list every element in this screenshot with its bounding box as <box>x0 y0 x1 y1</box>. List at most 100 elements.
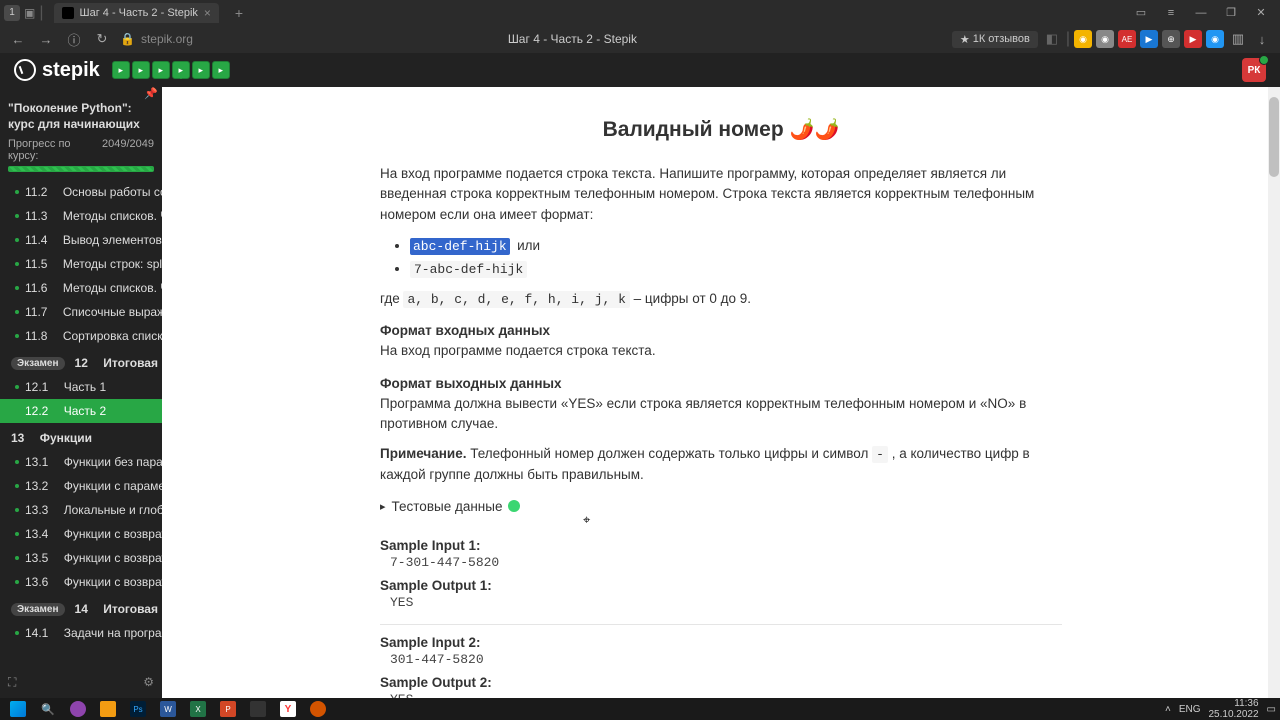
settings-icon[interactable]: ⚙ <box>143 675 154 690</box>
nav-item-13.5[interactable]: 13.5 Функции с возвратом... <box>0 546 162 570</box>
ext-icon-6[interactable]: ▶ <box>1184 30 1202 48</box>
output-format-head: Формат выходных данных <box>380 376 1062 391</box>
nav-item-11.2[interactable]: 11.2 Основы работы со сп... <box>0 180 162 204</box>
nav-item-11.4[interactable]: 11.4 Вывод элементов спи... <box>0 228 162 252</box>
browser-tab[interactable]: Шаг 4 - Часть 2 - Stepik × <box>54 3 219 23</box>
ext-icon-5[interactable]: ⊕ <box>1162 30 1180 48</box>
ext-icon-2[interactable]: ◉ <box>1096 30 1114 48</box>
sample-out-label: Sample Output 2: <box>380 675 1062 690</box>
nav-item-12.1[interactable]: 12.1 Часть 1 <box>0 375 162 399</box>
search-icon[interactable]: 🔍 <box>34 698 62 720</box>
section-14[interactable]: Экзамен 14 Итоговая работ... <box>0 594 162 621</box>
reload-button[interactable]: ↻ <box>92 31 112 47</box>
bookmark-icon[interactable]: ◧ <box>1042 31 1062 47</box>
tab-count[interactable]: 1 <box>4 5 20 21</box>
task-app-2[interactable] <box>94 698 122 720</box>
tray-clock[interactable]: 11:36 25.10.2022 <box>1208 698 1258 720</box>
forward-button[interactable]: → <box>36 32 56 47</box>
sidebar: 📌 "Поколение Python": курс для начинающи… <box>0 87 162 698</box>
sidebar-bottom: ⛶ ⚙ <box>0 667 162 698</box>
scroll-thumb[interactable] <box>1269 97 1279 177</box>
nav-item-13.3[interactable]: 13.3 Локальные и глобаль... <box>0 498 162 522</box>
url-bar[interactable]: 🔒 stepik.org <box>120 32 193 46</box>
menu-icon[interactable]: ≡ <box>1156 0 1186 25</box>
task-app-excel[interactable]: X <box>184 698 212 720</box>
task-app-word[interactable]: W <box>154 698 182 720</box>
task-app-1[interactable] <box>64 698 92 720</box>
nav-item-13.6[interactable]: 13.6 Функции с возвратом... <box>0 570 162 594</box>
info-icon[interactable]: ⓘ <box>64 30 84 49</box>
sample-in-val: 7-301-447-5820 <box>380 555 1062 570</box>
sample-block: Sample Input 1:7-301-447-5820Sample Outp… <box>380 528 1062 624</box>
window-controls: ▭ ≡ — ❐ ✕ <box>1126 0 1276 25</box>
sample-out-val: YES <box>380 595 1062 610</box>
nav-item-13.2[interactable]: 13.2 Функции с параметра... <box>0 474 162 498</box>
step-1[interactable]: ▸ <box>112 61 130 79</box>
task-app-4[interactable] <box>304 698 332 720</box>
step-indicators: ▸ ▸ ▸ ▸ ▸ ▸ <box>112 61 230 79</box>
progress-bar <box>8 166 154 172</box>
tray-chevron-icon[interactable]: ˄ <box>1165 704 1171 715</box>
ext-icon-7[interactable]: ◉ <box>1206 30 1224 48</box>
nav-item-11.6[interactable]: 11.6 Методы списков. Час... <box>0 276 162 300</box>
user-avatar[interactable]: РК <box>1242 58 1266 82</box>
nav-item-11.7[interactable]: 11.7 Списочные выражения <box>0 300 162 324</box>
nav-item-11.3[interactable]: 11.3 Методы списков. Час... <box>0 204 162 228</box>
tab-title: Шаг 4 - Часть 2 - Stepik <box>80 7 198 19</box>
minimize-button[interactable]: — <box>1186 0 1216 25</box>
task-app-ppt[interactable]: P <box>214 698 242 720</box>
ext-icon-1[interactable]: ◉ <box>1074 30 1092 48</box>
lock-icon: 🔒 <box>120 32 135 46</box>
close-button[interactable]: ✕ <box>1246 0 1276 25</box>
browser-tab-strip: 1 ▣ | Шаг 4 - Часть 2 - Stepik × + ▭ ≡ —… <box>0 0 1280 25</box>
task-app-3[interactable] <box>244 698 272 720</box>
output-format-text: Программа должна вывести «YES» если стро… <box>380 394 1062 435</box>
task-app-yandex[interactable]: Y <box>274 698 302 720</box>
start-button[interactable] <box>4 698 32 720</box>
problem-title: Валидный номер 🌶️🌶️ <box>380 117 1062 142</box>
step-4[interactable]: ▸ <box>172 61 190 79</box>
rating-button[interactable]: ★ 1К отзывов <box>952 31 1038 48</box>
app-header: stepik ▸ ▸ ▸ ▸ ▸ ▸ РК <box>0 53 1280 87</box>
divider: | <box>39 4 43 22</box>
sample-in-label: Sample Input 2: <box>380 635 1062 650</box>
section-12[interactable]: Экзамен 12 Итоговая работ... <box>0 348 162 375</box>
tab-close-icon[interactable]: × <box>204 6 211 20</box>
nav-item-12.2[interactable]: 12.2 Часть 2 <box>0 399 162 423</box>
nav-item-13.1[interactable]: 13.1 Функции без парамет... <box>0 450 162 474</box>
step-3[interactable]: ▸ <box>152 61 170 79</box>
nav-item-13.4[interactable]: 13.4 Функции с возвратом... <box>0 522 162 546</box>
format-1-code: abc-def-hijk <box>410 238 510 255</box>
download-icon[interactable]: ↓ <box>1252 32 1272 47</box>
sample-in-label: Sample Input 1: <box>380 538 1062 553</box>
test-data-toggle[interactable]: Тестовые данные <box>380 499 1062 514</box>
section-13[interactable]: 13 Функции <box>0 423 162 450</box>
logo-icon <box>14 59 36 81</box>
tab-favicon-icon <box>62 7 74 19</box>
tray-lang[interactable]: ENG <box>1179 704 1201 715</box>
maximize-button[interactable]: ❐ <box>1216 0 1246 25</box>
nav-item-11.5[interactable]: 11.5 Методы строк: split, join <box>0 252 162 276</box>
tab-stack-icon[interactable]: ▣ <box>24 6 35 20</box>
url-host: stepik.org <box>141 32 193 46</box>
step-6[interactable]: ▸ <box>212 61 230 79</box>
ext-icon-4[interactable]: ▶ <box>1140 30 1158 48</box>
panel-icon-2[interactable]: ▥ <box>1228 31 1248 47</box>
fullscreen-icon[interactable]: ⛶ <box>8 675 16 690</box>
logo[interactable]: stepik <box>14 59 100 82</box>
ext-icon-3[interactable]: AE <box>1118 30 1136 48</box>
new-tab-button[interactable]: + <box>229 3 249 23</box>
format-list: abc-def-hijk или 7-abc-def-hijk <box>410 235 1062 281</box>
task-app-ps[interactable]: Ps <box>124 698 152 720</box>
scrollbar[interactable] <box>1268 87 1280 698</box>
step-5[interactable]: ▸ <box>192 61 210 79</box>
pin-icon[interactable]: 📌 <box>144 87 158 100</box>
system-tray: ˄ ENG 11:36 25.10.2022 ▭ <box>1165 698 1276 720</box>
back-button[interactable]: ← <box>8 32 28 47</box>
pepper-icon: 🌶️ <box>790 117 815 142</box>
nav-item-14.1[interactable]: 14.1 Задачи на программи... <box>0 621 162 645</box>
nav-item-11.8[interactable]: 11.8 Сортировка списков <box>0 324 162 348</box>
step-2[interactable]: ▸ <box>132 61 150 79</box>
tray-notif-icon[interactable]: ▭ <box>1267 704 1276 715</box>
panel-icon[interactable]: ▭ <box>1126 0 1156 25</box>
